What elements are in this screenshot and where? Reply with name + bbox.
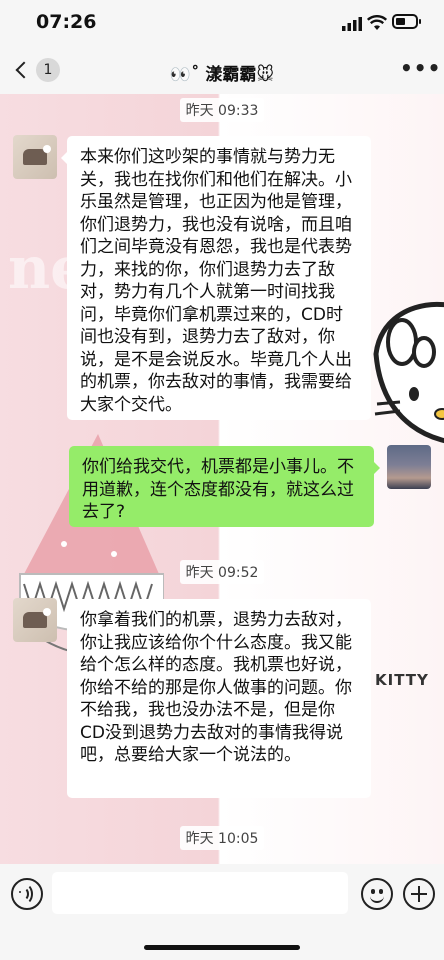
home-indicator	[144, 945, 300, 950]
timestamp: 昨天 09:52	[0, 560, 444, 584]
voice-input-icon[interactable]	[11, 878, 43, 910]
incoming-message-bubble[interactable]: 你拿着我们的机票，退势力去敌对，你让我应该给你个什么态度。我又能给个怎么样的态度…	[61, 599, 371, 798]
timestamp: 昨天 10:05	[0, 826, 444, 850]
more-options-icon[interactable]: •••	[400, 56, 441, 80]
timestamp: 昨天 09:33	[0, 98, 444, 122]
chat-header: 1 👀˚ 漾霸霸🐭 •••	[0, 48, 444, 94]
hello-kitty-wallpaper-art	[373, 301, 444, 444]
battery-icon	[392, 14, 421, 29]
status-time: 07:26	[36, 11, 97, 33]
contact-avatar[interactable]	[13, 135, 57, 179]
contact-avatar[interactable]	[13, 598, 57, 642]
plus-icon[interactable]	[403, 878, 435, 910]
status-bar: 07:26	[0, 0, 444, 48]
incoming-message-bubble[interactable]: 本来你们这吵架的事情就与势力无关，我也在找你们和他们在解决。小乐虽然是管理，也正…	[61, 136, 371, 420]
my-avatar[interactable]	[387, 445, 431, 489]
wallpaper-kitty-text: KITTY	[375, 671, 429, 689]
outgoing-message-bubble[interactable]: 你们给我交代，机票都是小事儿。不用道歉，连个态度都没有，就这么过去了?	[69, 446, 380, 527]
chat-area[interactable]: ne KITTY 昨天 09:33 本来你们这吵架的事情就与势力无关，我也在找你…	[0, 94, 444, 864]
chat-title: 👀˚ 漾霸霸🐭	[169, 65, 275, 85]
message-input[interactable]	[52, 872, 348, 914]
wifi-icon	[367, 15, 387, 30]
emoji-icon[interactable]	[361, 878, 393, 910]
cellular-signal-icon	[342, 17, 362, 31]
input-bar	[0, 864, 444, 960]
